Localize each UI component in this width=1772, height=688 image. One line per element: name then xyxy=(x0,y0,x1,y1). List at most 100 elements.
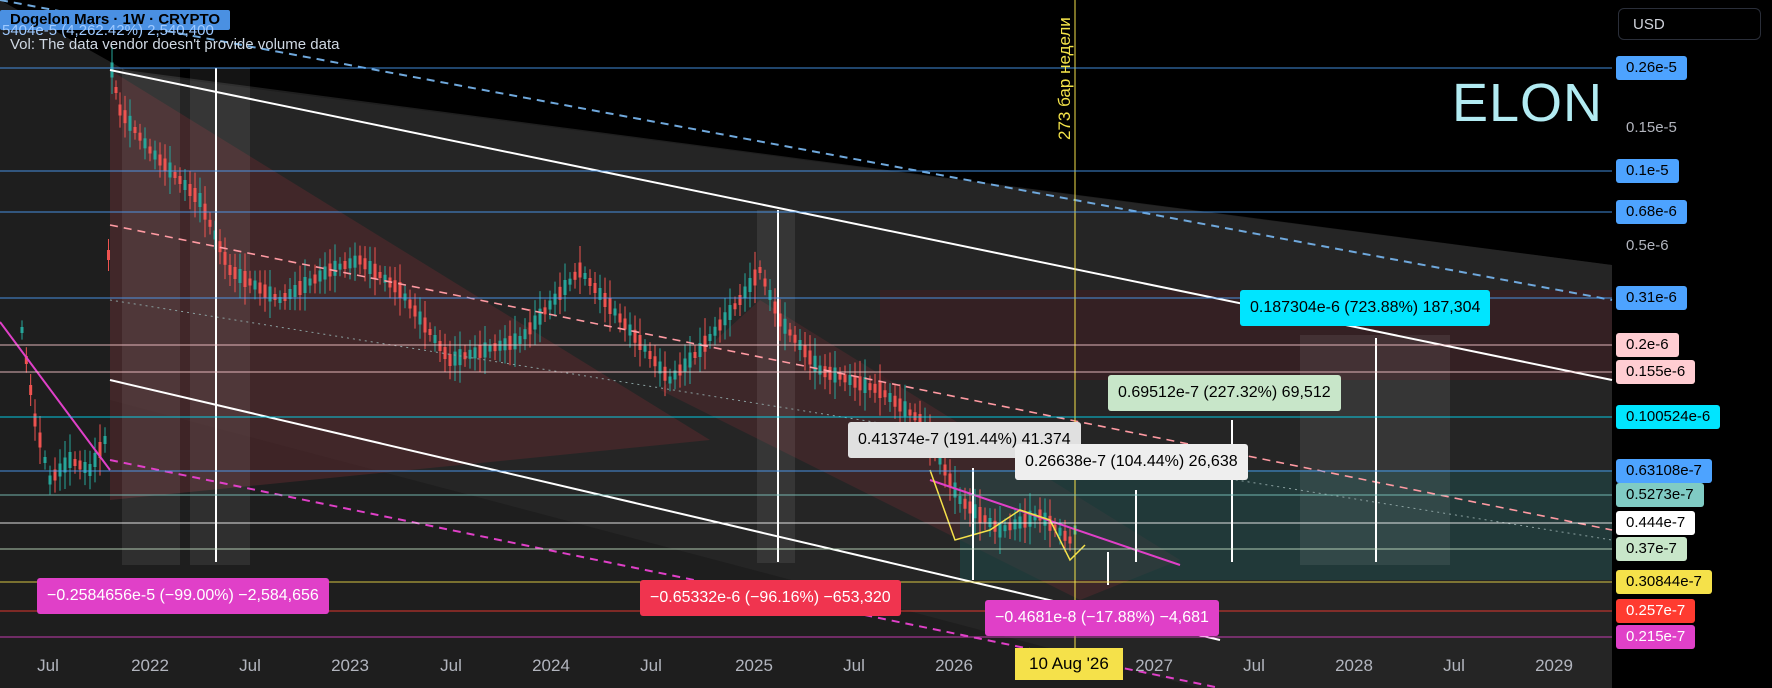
candle xyxy=(723,312,727,326)
price-axis-label[interactable]: 0.31e-6 xyxy=(1616,286,1687,310)
candle xyxy=(718,319,722,331)
candle xyxy=(603,293,607,307)
price-axis-label[interactable]: 0.5e-6 xyxy=(1616,234,1679,258)
currency-button[interactable]: USD xyxy=(1618,8,1761,40)
candle xyxy=(353,255,357,268)
time-axis-label: 2025 xyxy=(735,656,773,675)
time-axis-label: Jul xyxy=(1443,656,1465,675)
price-axis-label[interactable]: 0.37e-7 xyxy=(1616,537,1687,561)
candle xyxy=(708,334,712,341)
candle xyxy=(898,398,902,412)
candle xyxy=(553,293,557,305)
price-axis-label[interactable]: 0.155e-6 xyxy=(1616,360,1696,384)
candle xyxy=(198,193,202,207)
candle xyxy=(588,278,592,286)
candle xyxy=(258,282,262,294)
time-axis-label: Jul xyxy=(640,656,662,675)
candle xyxy=(393,280,397,293)
candle xyxy=(138,132,142,141)
time-axis-label: Jul xyxy=(239,656,261,675)
candle xyxy=(463,352,467,360)
candle xyxy=(903,401,907,417)
candle xyxy=(583,273,587,279)
candle xyxy=(513,333,517,350)
candle xyxy=(678,364,682,376)
candle xyxy=(573,271,577,280)
time-axis-label: 2028 xyxy=(1335,656,1373,675)
candle xyxy=(1063,530,1067,541)
candle xyxy=(818,365,822,375)
measure-label: −0.2584656e-5 (−99.00%) −2,584,656 xyxy=(37,578,329,614)
price-axis-label[interactable]: 0.68e-6 xyxy=(1616,200,1687,224)
candle xyxy=(363,258,367,270)
candle xyxy=(308,278,312,286)
candle xyxy=(408,299,412,309)
candle xyxy=(838,373,842,380)
price-axis-label[interactable]: 0.30844e-7 xyxy=(1616,570,1712,594)
candle xyxy=(283,293,287,301)
candle xyxy=(438,341,442,351)
price-axis-label[interactable]: 0.100524e-6 xyxy=(1616,405,1721,429)
candle xyxy=(333,260,337,276)
candle xyxy=(478,344,482,358)
candle xyxy=(313,274,317,284)
candle xyxy=(1058,527,1062,536)
candle xyxy=(343,261,347,269)
price-axis-label[interactable]: 0.26e-5 xyxy=(1616,56,1687,80)
candle xyxy=(503,338,507,351)
candle xyxy=(978,507,982,523)
candle xyxy=(253,280,257,290)
candle xyxy=(638,335,642,350)
candle xyxy=(33,413,37,427)
price-axis-label[interactable]: 0.215e-7 xyxy=(1616,625,1696,649)
candle xyxy=(88,464,92,476)
range-box xyxy=(190,68,250,565)
candle xyxy=(853,375,857,388)
price-axis-label[interactable]: 0.1e-5 xyxy=(1616,159,1679,183)
candle xyxy=(318,270,322,282)
price-axis-label[interactable]: 0.5273e-7 xyxy=(1616,483,1704,507)
candle xyxy=(888,393,892,402)
candle xyxy=(158,154,162,166)
candle xyxy=(748,278,752,292)
candle xyxy=(1038,509,1042,521)
candle xyxy=(843,374,847,383)
candle xyxy=(107,250,110,260)
candle xyxy=(668,376,672,384)
candle xyxy=(543,307,547,315)
candle xyxy=(153,150,157,160)
candle xyxy=(413,305,417,317)
range-box xyxy=(757,210,795,563)
candle xyxy=(78,460,82,470)
candle xyxy=(643,345,647,352)
price-axis-label[interactable]: 0.444e-7 xyxy=(1616,511,1696,535)
candle xyxy=(883,390,887,398)
candle xyxy=(508,335,512,350)
candle xyxy=(808,350,812,365)
price-axis-label[interactable]: 0.2e-6 xyxy=(1616,333,1679,357)
candle xyxy=(803,345,807,358)
candle xyxy=(268,286,272,302)
candle xyxy=(93,453,97,467)
candle xyxy=(103,436,107,444)
candle xyxy=(378,272,382,278)
candle xyxy=(358,255,362,265)
candle xyxy=(493,343,497,352)
candle xyxy=(968,501,972,514)
candle xyxy=(68,452,72,468)
candle xyxy=(58,463,62,477)
price-axis-label[interactable]: 0.63108e-7 xyxy=(1616,459,1712,483)
price-axis-label[interactable]: 0.257e-7 xyxy=(1616,599,1696,623)
candle xyxy=(688,352,692,368)
candle xyxy=(608,298,612,314)
time-axis-label: 2029 xyxy=(1535,656,1573,675)
candle xyxy=(538,308,542,325)
candle xyxy=(743,286,747,299)
candle xyxy=(188,184,192,196)
candle xyxy=(123,110,127,124)
candle xyxy=(338,263,342,270)
candle xyxy=(368,261,372,274)
price-axis-label[interactable]: 0.15e-5 xyxy=(1616,116,1687,140)
measure-label: 0.26638e-7 (104.44%) 26,638 xyxy=(1015,444,1248,480)
candle xyxy=(223,251,227,265)
